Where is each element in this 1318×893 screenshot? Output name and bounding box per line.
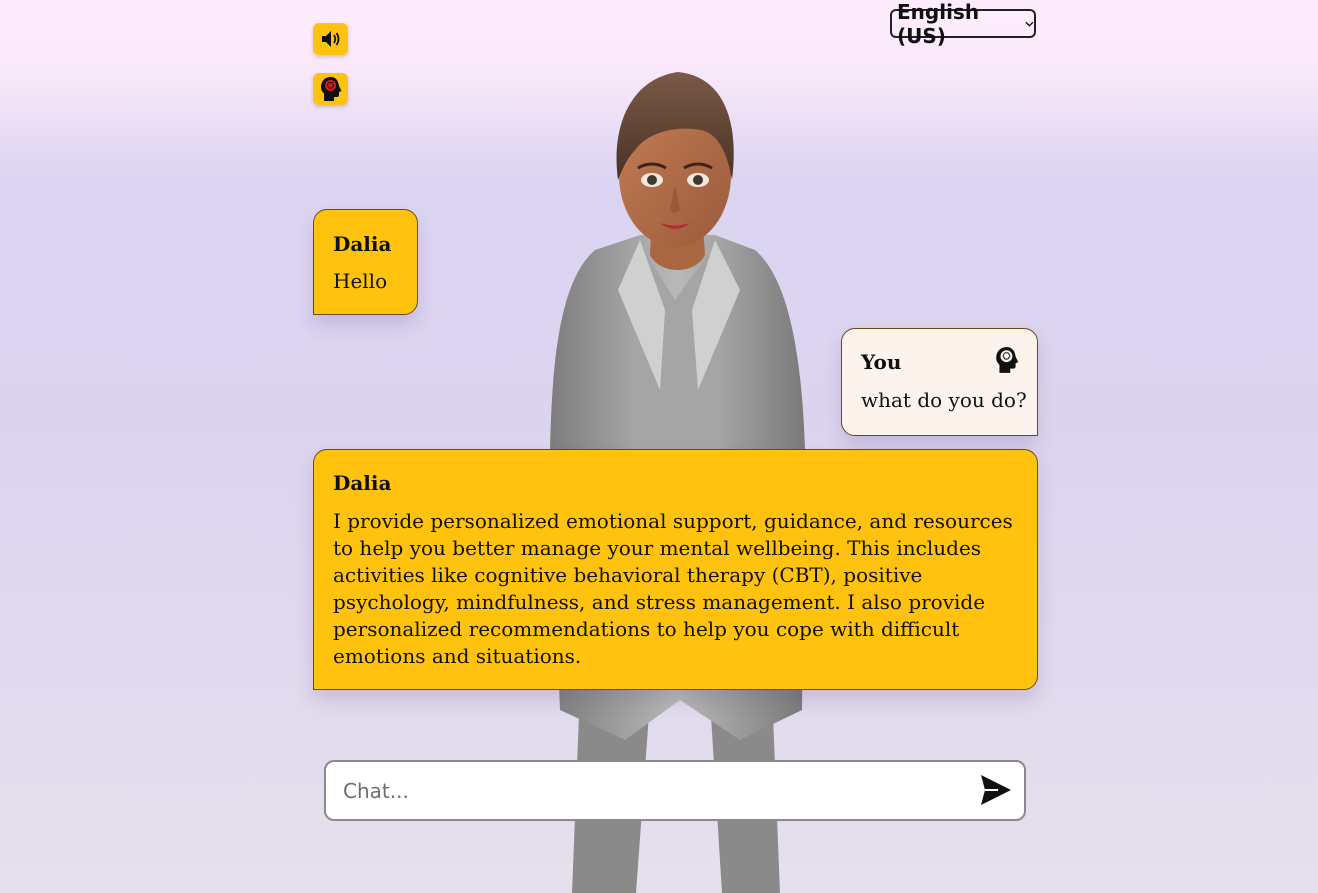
head-brain-icon xyxy=(320,77,341,101)
sound-toggle-button[interactable] xyxy=(313,23,348,55)
chat-input[interactable] xyxy=(341,769,965,812)
message-text: I provide personalized emotional support… xyxy=(333,509,1013,668)
chevron-down-icon xyxy=(1025,21,1034,27)
message-bubble-bot: Dalia Hello xyxy=(313,209,418,315)
message-bubble-bot: Dalia I provide personalized emotional s… xyxy=(313,449,1038,690)
head-brain-icon[interactable] xyxy=(993,346,1021,374)
message-bubble-user: You what do you do? xyxy=(841,328,1038,436)
message-text: what do you do? xyxy=(861,388,1027,412)
language-select[interactable]: English (US) xyxy=(890,0,1036,48)
language-selected: English (US) xyxy=(897,0,980,48)
send-icon[interactable] xyxy=(978,772,1014,808)
mind-toggle-button[interactable] xyxy=(313,73,348,105)
message-sender: Dalia xyxy=(333,471,392,495)
chat-input-bar xyxy=(324,760,1026,821)
message-sender: Dalia xyxy=(333,232,392,256)
message-text: Hello xyxy=(333,269,388,293)
speaker-icon xyxy=(321,31,339,47)
